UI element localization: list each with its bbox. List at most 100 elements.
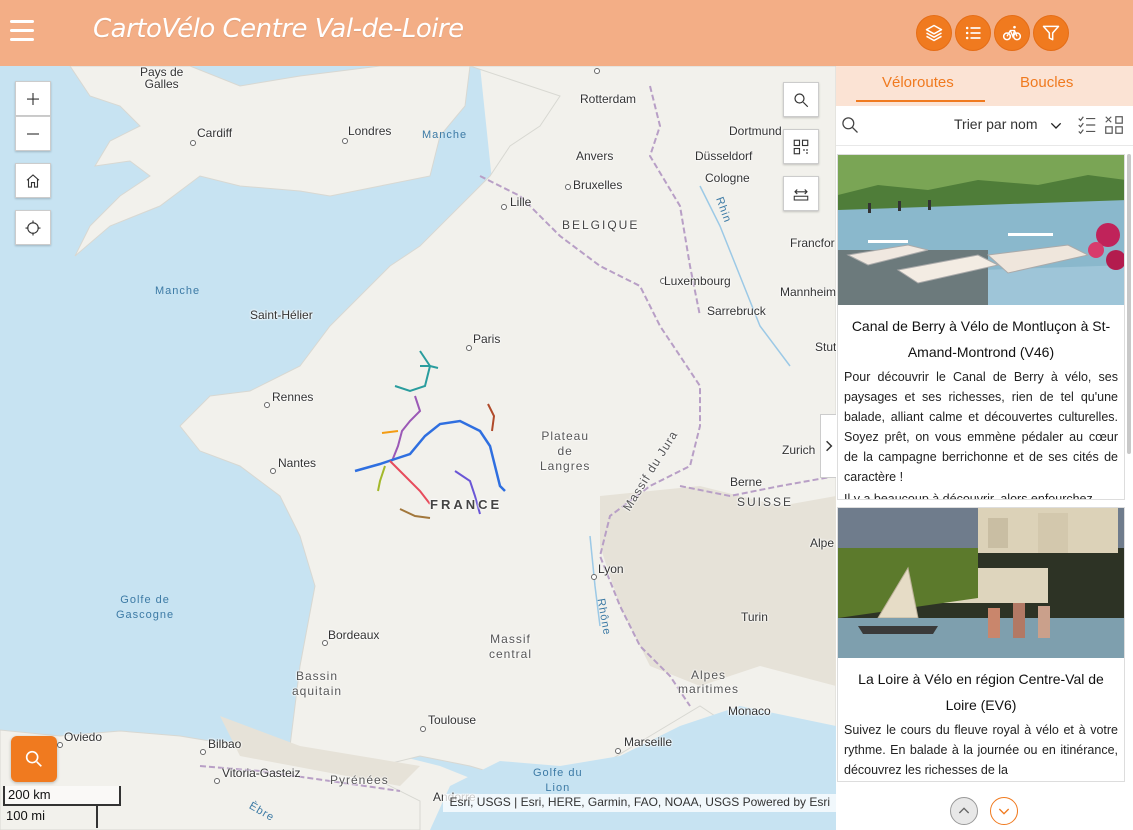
label-turin: Turin: [741, 610, 768, 624]
measure-icon: [793, 188, 809, 201]
panel-toolbar: Trier par nom: [836, 106, 1133, 146]
route-card-description-more: Il y a beaucoup à découvrir, alors enfou…: [844, 492, 1093, 500]
qr-code-button[interactable]: [783, 129, 819, 164]
city-dot: [466, 345, 472, 351]
label-monaco: Monaco: [728, 704, 771, 718]
scale-mi: 100 mi: [3, 806, 98, 828]
city-dot: [57, 742, 63, 748]
filter-icon: [1042, 25, 1060, 41]
label-nantes: Nantes: [278, 456, 317, 470]
qr-code-icon: [793, 139, 809, 154]
route-panel: Véloroutes Boucles Trier par nom Canal d…: [836, 66, 1133, 830]
route-card-description: Suivez le cours du fleuve royal à vélo e…: [844, 723, 1118, 777]
label-londres: Londres: [348, 124, 392, 138]
menu-icon[interactable]: [10, 20, 34, 46]
map-attribution: Esri, USGS | Esri, HERE, Garmin, FAO, NO…: [443, 794, 836, 812]
map-view[interactable]: Pays de Galles Cardiff Londres Manche Ma…: [0, 66, 836, 830]
app-title: CartoVélo Centre Val-de-Loire: [93, 14, 464, 44]
label-cologne: Cologne: [705, 171, 750, 185]
city-dot: [342, 138, 348, 144]
label-francfort: Francfor: [790, 236, 835, 250]
route-card-description: Pour découvrir le Canal de Berry à vélo,…: [844, 370, 1118, 484]
sort-dropdown[interactable]: Trier par nom: [954, 116, 1038, 132]
tab-boucles[interactable]: Boucles: [1020, 74, 1073, 91]
city-dot: [615, 748, 621, 754]
label-belgique: BELGIQUE: [562, 218, 640, 232]
label-bordeaux: Bordeaux: [328, 628, 380, 642]
route-photo-canal: [838, 155, 1124, 305]
label-paris: Paris: [473, 332, 501, 346]
label-vitoria: Vitoria-Gasteiz: [222, 766, 301, 780]
locate-icon: [25, 220, 41, 235]
label-toulouse: Toulouse: [428, 713, 477, 727]
label-mannheim: Mannheim: [780, 285, 836, 299]
label-pays-de-galles: Pays de Galles: [140, 66, 184, 91]
chevron-right-icon: [825, 440, 832, 452]
label-massif-central: Massif central: [489, 632, 533, 661]
route-card[interactable]: Canal de Berry à Vélo de Montluçon à St-…: [837, 154, 1125, 500]
label-plateau-langres: Plateau de Langres: [540, 429, 591, 473]
label-rotterdam: Rotterdam: [580, 92, 637, 106]
city-dot: [214, 778, 220, 784]
list-icon: [965, 26, 981, 40]
label-rennes: Rennes: [272, 390, 314, 404]
label-manche-1: Manche: [422, 129, 468, 141]
city-dot: [190, 140, 196, 146]
zoom-in-icon: [27, 92, 39, 105]
filter-button[interactable]: [1033, 15, 1069, 51]
clear-selection-icon[interactable]: [1103, 114, 1125, 136]
label-zurich: Zurich: [782, 443, 816, 457]
label-manche-2: Manche: [155, 285, 201, 297]
page-up-button[interactable]: [950, 797, 978, 825]
measure-button[interactable]: [783, 176, 819, 211]
label-stuttgart: Stut: [815, 340, 836, 354]
label-cardiff: Cardiff: [197, 126, 233, 140]
bike-icon: [1002, 25, 1022, 41]
chevron-down-icon: [998, 808, 1010, 815]
zoom-out-button[interactable]: [15, 116, 51, 151]
active-tab-indicator: [856, 100, 985, 102]
route-card[interactable]: La Loire à Vélo en région Centre-Val de …: [837, 507, 1125, 782]
page-down-button[interactable]: [990, 797, 1018, 825]
search-icon: [25, 750, 42, 767]
label-alpes-maritimes: Alpes maritimes: [678, 668, 740, 696]
city-dot: [594, 68, 600, 74]
label-luxembourg: Luxembourg: [664, 274, 731, 288]
city-dot: [270, 468, 276, 474]
collapse-panel-button[interactable]: [820, 414, 836, 478]
route-card-title: La Loire à Vélo en région Centre-Val de …: [858, 671, 1104, 713]
panel-tabs: Véloroutes Boucles: [836, 66, 1133, 106]
label-dusseldorf: Düsseldorf: [695, 149, 753, 163]
label-dortmund: Dortmund: [729, 124, 782, 138]
bike-button[interactable]: [994, 15, 1030, 51]
city-dot: [501, 204, 507, 210]
home-button[interactable]: [15, 163, 51, 198]
layers-button[interactable]: [916, 15, 952, 51]
panel-scrollbar[interactable]: [1127, 154, 1131, 454]
app-header: CartoVélo Centre Val-de-Loire: [0, 0, 1133, 66]
zoom-in-button[interactable]: [15, 81, 51, 116]
search-icon[interactable]: [840, 115, 860, 135]
city-dot: [420, 726, 426, 732]
route-card-title: Canal de Berry à Vélo de Montluçon à St-…: [851, 318, 1111, 360]
label-anvers: Anvers: [576, 149, 614, 163]
label-lyon: Lyon: [598, 562, 624, 576]
locate-button[interactable]: [15, 210, 51, 245]
city-dot: [565, 184, 571, 190]
chevron-up-icon: [958, 807, 970, 814]
label-golfe-lion: Golfe du Lion: [533, 767, 583, 794]
search-fab-button[interactable]: [11, 736, 57, 782]
checklist-icon[interactable]: [1076, 114, 1098, 136]
label-france: FRANCE: [430, 497, 503, 512]
list-button[interactable]: [955, 15, 991, 51]
label-oviedo: Oviedo: [64, 730, 103, 744]
route-photo-loire: [838, 508, 1124, 658]
chevron-down-icon[interactable]: [1048, 118, 1064, 134]
city-dot: [264, 402, 270, 408]
label-suisse: SUISSE: [737, 495, 794, 509]
tab-veloroutes[interactable]: Véloroutes: [882, 74, 954, 91]
map-search-button[interactable]: [783, 82, 819, 117]
label-saint-helier: Saint-Hélier: [250, 308, 313, 322]
label-lille: Lille: [510, 195, 532, 209]
city-dot: [200, 749, 206, 755]
